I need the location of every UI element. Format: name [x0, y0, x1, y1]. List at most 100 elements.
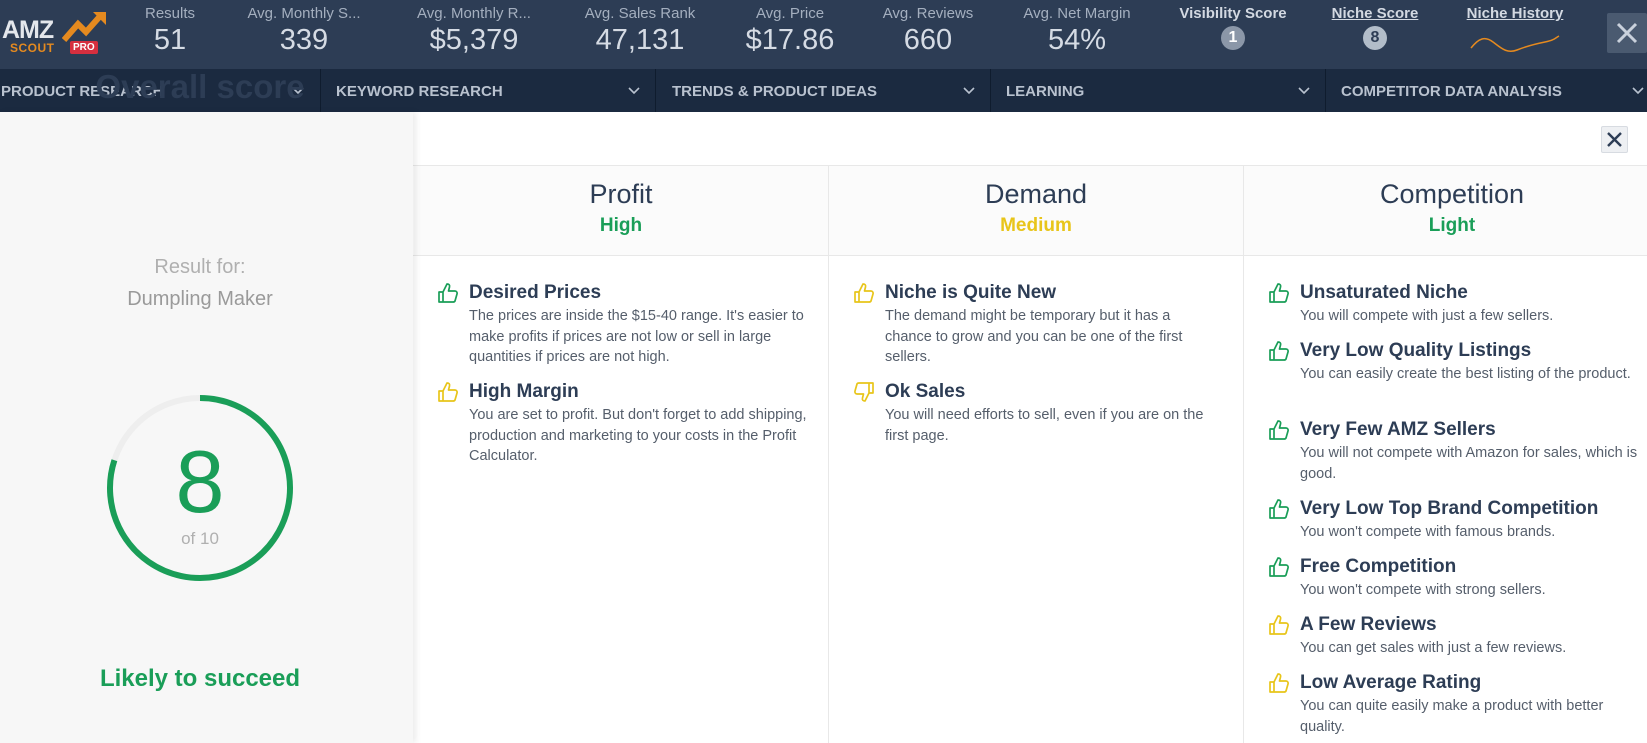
factor-description: You will need efforts to sell, even if y…	[885, 407, 1204, 444]
factor-ok-sales: Ok Sales You will need efforts to sell, …	[853, 381, 1233, 451]
score-max: of 10	[181, 529, 219, 548]
niche-history-link[interactable]: Niche History	[1456, 0, 1574, 69]
factor-title: Free Competition	[1300, 556, 1457, 577]
close-icon	[1616, 22, 1638, 44]
column-header-demand: Demand Medium	[829, 166, 1243, 255]
factor-description: You can easily create the best listing o…	[1300, 366, 1631, 382]
factor-description: You won't compete with famous brands.	[1300, 524, 1556, 540]
factor-niche-quite-new: Niche is Quite New The demand might be t…	[853, 282, 1233, 372]
chevron-down-icon	[1298, 87, 1310, 95]
stat-value: 54%	[1047, 24, 1107, 56]
factor-low-average-rating: Low Average Rating You can quite easily …	[1268, 672, 1647, 742]
column-title: Profit	[589, 179, 653, 209]
stat-label: Avg. Monthly R...	[417, 5, 531, 22]
stat-value: 47,131	[595, 24, 685, 56]
factor-free-competition: Free Competition You won't compete with …	[1268, 556, 1647, 606]
factor-title: Low Average Rating	[1300, 672, 1482, 693]
column-level: High	[599, 215, 643, 236]
stat-value: $5,379	[429, 24, 519, 56]
stat-avg-sales-rank: Avg. Sales Rank 47,131	[574, 0, 706, 69]
stat-results: Results 51	[120, 0, 220, 69]
nav-label: COMPETITOR DATA ANALYSIS	[1341, 83, 1562, 100]
logo-badge: PRO	[70, 41, 98, 54]
stat-label: Avg. Monthly S...	[247, 5, 361, 22]
stat-avg-reviews: Avg. Reviews 660	[870, 0, 986, 69]
factor-title: High Margin	[469, 381, 579, 402]
nav-trends-product-ideas[interactable]: TRENDS & PRODUCT IDEAS	[656, 69, 991, 112]
column-header-profit: Profit High	[414, 166, 828, 255]
verdict-text: Likely to succeed	[99, 665, 301, 692]
factor-description: You will not compete with Amazon for sal…	[1300, 445, 1638, 482]
logo-sub: SCOUT	[10, 41, 55, 55]
factor-title: Very Low Quality Listings	[1300, 340, 1532, 361]
factor-description: The demand might be temporary but it has…	[885, 308, 1183, 365]
close-icon	[1607, 132, 1622, 147]
factor-description: You can get sales with just a few review…	[1300, 640, 1567, 656]
niche-score-label[interactable]: Niche Score	[1318, 5, 1432, 22]
factor-very-low-quality-listings: Very Low Quality Listings You can easily…	[1268, 340, 1647, 410]
factor-description: You are set to profit. But don't forget …	[469, 407, 807, 464]
nav-label: LEARNING	[1006, 83, 1085, 100]
close-details-button[interactable]	[1601, 126, 1628, 153]
thumbs-up-icon	[438, 283, 458, 303]
amzscout-logo[interactable]: AMZ SCOUT PRO	[0, 8, 112, 58]
thumbs-down-icon	[854, 382, 874, 402]
thumbs-up-icon	[1269, 283, 1289, 303]
factor-very-few-amz-sellers: Very Few AMZ Sellers You will not compet…	[1268, 419, 1647, 489]
stat-value: 339	[279, 24, 329, 56]
score-value: 8	[175, 432, 225, 531]
logo-arrow-icon	[62, 12, 106, 42]
thumbs-up-icon	[1269, 499, 1289, 519]
factor-description: You won't compete with strong sellers.	[1300, 582, 1546, 598]
factor-title: Unsaturated Niche	[1300, 282, 1468, 303]
nav-competitor-data-analysis[interactable]: COMPETITOR DATA ANALYSIS	[1326, 69, 1647, 112]
factor-high-margin: High Margin You are set to profit. But d…	[437, 381, 817, 471]
stats-bar: AMZ SCOUT PRO Results 51 Avg. Monthly S.…	[0, 0, 1647, 69]
thumbs-up-icon	[854, 283, 874, 303]
visibility-score-badge: 1	[1221, 26, 1245, 50]
column-title: Demand	[984, 179, 1088, 209]
niche-history-sparkline	[1470, 35, 1560, 53]
column-title: Competition	[1379, 179, 1525, 209]
stat-value: $17.86	[745, 24, 835, 56]
stat-avg-monthly-revenue: Avg. Monthly R... $5,379	[406, 0, 542, 69]
chevron-down-icon	[1632, 87, 1644, 95]
stat-value: 660	[903, 24, 953, 56]
thumbs-up-icon	[1269, 341, 1289, 361]
close-button[interactable]	[1607, 13, 1647, 53]
stat-label: Avg. Net Margin	[1023, 5, 1131, 22]
niche-history-label[interactable]: Niche History	[1456, 5, 1574, 22]
visibility-score-label: Visibility Score	[1179, 5, 1287, 22]
factor-title: A Few Reviews	[1300, 614, 1437, 635]
factor-description: You can quite easily make a product with…	[1300, 698, 1604, 735]
thumbs-up-icon	[438, 382, 458, 402]
stat-label: Avg. Price	[755, 5, 825, 22]
visibility-score[interactable]: Visibility Score 1	[1170, 0, 1296, 69]
factor-description: The prices are inside the $15-40 range. …	[469, 308, 804, 365]
thumbs-up-icon	[1269, 557, 1289, 577]
stat-value: 51	[153, 24, 187, 56]
stat-avg-price: Avg. Price $17.86	[735, 0, 845, 69]
overall-score-title: Overall score	[95, 68, 305, 105]
factor-title: Ok Sales	[885, 381, 966, 402]
factor-a-few-reviews: A Few Reviews You can get sales with jus…	[1268, 614, 1647, 664]
chevron-down-icon	[963, 87, 975, 95]
chevron-down-icon	[628, 87, 640, 95]
factor-title: Niche is Quite New	[885, 282, 1057, 303]
factor-title: Very Low Top Brand Competition	[1300, 498, 1599, 519]
stat-label: Results	[144, 5, 196, 22]
stat-label: Avg. Sales Rank	[584, 5, 696, 22]
niche-score-badge: 8	[1363, 26, 1387, 50]
column-level: Medium	[1000, 215, 1072, 236]
thumbs-up-icon	[1269, 420, 1289, 440]
thumbs-up-icon	[1269, 673, 1289, 693]
divider	[413, 255, 1647, 256]
factor-description: You will compete with just a few sellers…	[1300, 308, 1554, 324]
niche-score-link[interactable]: Niche Score 8	[1318, 0, 1432, 69]
nav-learning[interactable]: LEARNING	[991, 69, 1326, 112]
thumbs-up-icon	[1269, 615, 1289, 635]
factor-very-low-top-brand-competition: Very Low Top Brand Competition You won't…	[1268, 498, 1647, 548]
factor-title: Desired Prices	[469, 282, 602, 303]
result-for-label: Result for:	[154, 256, 246, 278]
factor-title: Very Few AMZ Sellers	[1300, 419, 1496, 440]
